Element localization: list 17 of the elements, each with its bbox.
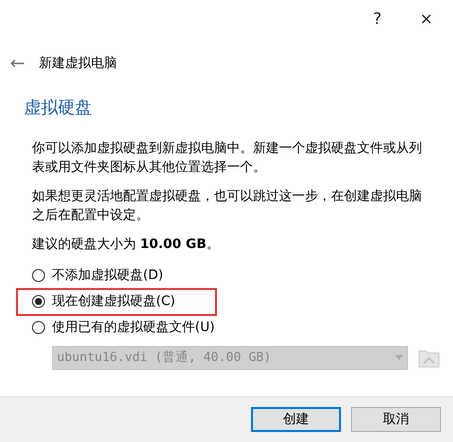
page-heading: 虚拟硬盘 bbox=[24, 97, 93, 120]
close-button[interactable]: × bbox=[414, 11, 439, 27]
option-label[interactable]: 现在创建虚拟硬盘(C) bbox=[52, 292, 176, 312]
caret-icon bbox=[395, 354, 403, 360]
back-button[interactable]: ← bbox=[10, 55, 26, 73]
help-button[interactable]: ? bbox=[367, 11, 388, 27]
option-label[interactable]: 不添加虚拟硬盘(D) bbox=[52, 266, 164, 286]
description-text: 你可以添加虚拟硬盘到新虚拟电脑中。新建一个虚拟硬盘文件或从列表或用文件夹图标从其他位置选择一个。 bbox=[32, 140, 423, 176]
description-text: 如果想更灵活地配置虚拟硬盘，也可以跳过这一步，在创建虚拟电脑之后在配置中设定。 bbox=[32, 188, 423, 224]
option-label[interactable]: 使用已有的虚拟硬盘文件(U) bbox=[52, 318, 215, 338]
dialog-button[interactable]: 取消 bbox=[351, 407, 441, 432]
wizard-title: 新建虚拟电脑 bbox=[39, 55, 118, 74]
radio-button[interactable] bbox=[32, 321, 45, 334]
radio-button[interactable] bbox=[32, 269, 45, 282]
dialog-button[interactable]: 创建 bbox=[251, 407, 341, 432]
description-text: 建议的硬盘大小为 10.00 GB。 bbox=[32, 236, 220, 254]
radio-button[interactable] bbox=[32, 295, 45, 308]
